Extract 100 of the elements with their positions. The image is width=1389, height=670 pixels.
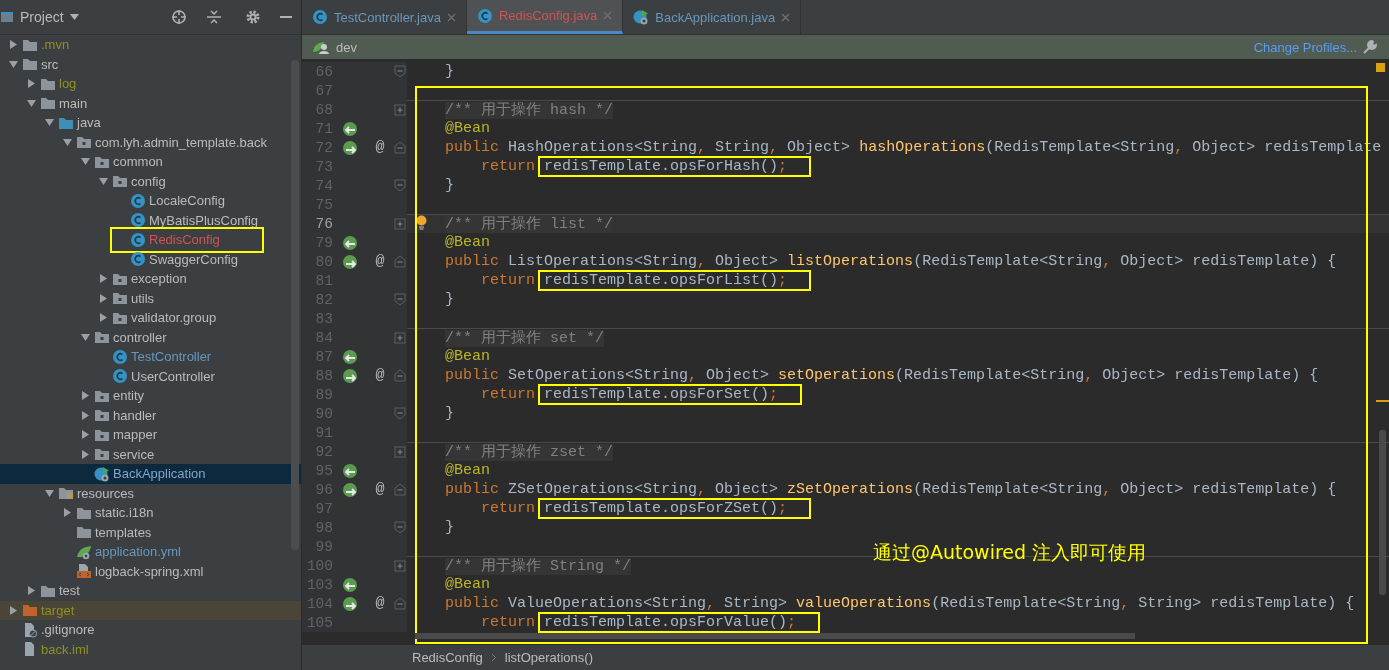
- collapse-icon[interactable]: [207, 9, 221, 25]
- expand-arrow-icon[interactable]: [26, 79, 36, 89]
- profile-name: dev: [336, 39, 357, 55]
- package-icon: [94, 427, 110, 442]
- expand-arrow-icon[interactable]: [80, 332, 90, 342]
- tree-item[interactable]: utils: [0, 288, 301, 308]
- override-marker[interactable]: @: [375, 139, 385, 156]
- tree-item[interactable]: SwaggerConfig: [0, 249, 301, 269]
- scrollbar-thumb[interactable]: [291, 60, 299, 550]
- bean-icon[interactable]: [342, 139, 358, 156]
- override-marker[interactable]: @: [375, 595, 385, 612]
- tree-item[interactable]: templates: [0, 522, 301, 542]
- expand-arrow-icon[interactable]: [98, 293, 108, 303]
- tree-item[interactable]: service: [0, 444, 301, 464]
- editor-tab[interactable]: BackApplication.java: [623, 0, 802, 34]
- tree-item[interactable]: test: [0, 581, 301, 601]
- expand-arrow-icon[interactable]: [80, 410, 90, 420]
- fold-icon[interactable]: [394, 558, 406, 573]
- tree-item[interactable]: entity: [0, 386, 301, 406]
- expand-arrow-icon[interactable]: [62, 508, 72, 518]
- bean-icon[interactable]: [342, 367, 358, 384]
- tree-item[interactable]: MyBatisPlusConfig: [0, 210, 301, 230]
- expand-arrow-icon[interactable]: [44, 488, 54, 498]
- bean-icon[interactable]: [342, 348, 358, 365]
- tree-item[interactable]: java: [0, 113, 301, 133]
- item-label: templates: [95, 524, 152, 540]
- tree-item[interactable]: UserController: [0, 366, 301, 386]
- tree-item[interactable]: main: [0, 93, 301, 113]
- expand-arrow-icon[interactable]: [8, 59, 18, 69]
- locate-icon[interactable]: [171, 9, 187, 25]
- tree-item[interactable]: com.lyh.admin_template.back: [0, 132, 301, 152]
- expand-arrow-icon[interactable]: [98, 274, 108, 284]
- lightbulb-icon[interactable]: [416, 215, 427, 231]
- close-icon[interactable]: [446, 12, 456, 22]
- expand-arrow-icon[interactable]: [62, 137, 72, 147]
- scrollbar-thumb[interactable]: [415, 633, 1135, 639]
- tree-item[interactable]: application.yml: [0, 542, 301, 562]
- tree-item[interactable]: BackApplication: [0, 464, 301, 484]
- tree-item[interactable]: controller: [0, 327, 301, 347]
- item-label: mapper: [113, 427, 158, 443]
- expand-arrow-icon[interactable]: [8, 40, 18, 50]
- tree-item[interactable]: handler: [0, 405, 301, 425]
- item-label: log: [59, 76, 77, 92]
- item-label: BackApplication: [113, 466, 206, 482]
- fold-icon[interactable]: [394, 102, 406, 117]
- expand-arrow-icon[interactable]: [80, 157, 90, 167]
- bean-icon[interactable]: [342, 120, 358, 137]
- editor-tab[interactable]: TestController.java: [302, 0, 467, 34]
- fold-icon[interactable]: [394, 216, 406, 231]
- override-marker[interactable]: @: [375, 253, 385, 270]
- item-label: TestController: [131, 349, 212, 365]
- breadcrumb[interactable]: RedisConfig: [412, 650, 483, 665]
- resources-folder-icon: [58, 486, 74, 501]
- tree-item[interactable]: TestController: [0, 347, 301, 367]
- expand-arrow-icon[interactable]: [80, 391, 90, 401]
- override-marker[interactable]: @: [375, 481, 385, 498]
- code-line: }: [445, 519, 454, 536]
- tree-item[interactable]: common: [0, 152, 301, 172]
- expand-arrow-icon[interactable]: [44, 118, 54, 128]
- close-icon[interactable]: [781, 12, 791, 22]
- tree-item[interactable]: .gitignore: [0, 620, 301, 640]
- expand-arrow-icon[interactable]: [26, 98, 36, 108]
- tree-item[interactable]: .mvn: [0, 35, 301, 55]
- tree-item[interactable]: LocaleConfig: [0, 191, 301, 211]
- fold-icon[interactable]: [394, 330, 406, 345]
- class-icon: [130, 251, 146, 268]
- scrollbar-thumb[interactable]: [1379, 430, 1386, 595]
- code-line: public SetOperations<String, Object> setOperations(RedisTemplate<String, Object> redisTemplate) {: [445, 367, 1319, 384]
- tree-item[interactable]: config: [0, 171, 301, 191]
- spring-class-icon: [633, 9, 650, 25]
- expand-arrow-icon[interactable]: [98, 176, 108, 186]
- expand-arrow-icon[interactable]: [8, 605, 18, 615]
- bean-icon[interactable]: [342, 595, 358, 612]
- settings-icon[interactable]: [245, 9, 261, 25]
- tree-item[interactable]: logback-spring.xml: [0, 561, 301, 581]
- item-label: java: [77, 115, 101, 131]
- bean-icon[interactable]: [342, 234, 358, 251]
- bean-icon[interactable]: [342, 253, 358, 270]
- expand-arrow-icon[interactable]: [80, 449, 90, 459]
- tree-item[interactable]: back.iml: [0, 639, 301, 659]
- tree-item[interactable]: resources: [0, 483, 301, 503]
- folder-icon: [22, 37, 38, 52]
- expand-arrow-icon[interactable]: [26, 586, 36, 596]
- wrench-icon[interactable]: [1363, 40, 1377, 54]
- tree-item[interactable]: log: [0, 74, 301, 94]
- tree-item[interactable]: exception: [0, 269, 301, 289]
- caret-icon[interactable]: [69, 14, 79, 20]
- bean-icon[interactable]: [342, 481, 358, 498]
- tree-item[interactable]: static.i18n: [0, 503, 301, 523]
- fold-icon[interactable]: [394, 444, 406, 459]
- tree-item[interactable]: mapper: [0, 425, 301, 445]
- tree-item[interactable]: validator.group: [0, 308, 301, 328]
- expand-arrow-icon[interactable]: [98, 313, 108, 323]
- bean-icon[interactable]: [342, 576, 358, 593]
- panel-title[interactable]: Project: [20, 9, 64, 25]
- tree-item[interactable]: src: [0, 54, 301, 74]
- override-marker[interactable]: @: [375, 367, 385, 384]
- bean-icon[interactable]: [342, 462, 358, 479]
- expand-arrow-icon[interactable]: [80, 430, 90, 440]
- breadcrumb[interactable]: listOperations(): [504, 650, 593, 665]
